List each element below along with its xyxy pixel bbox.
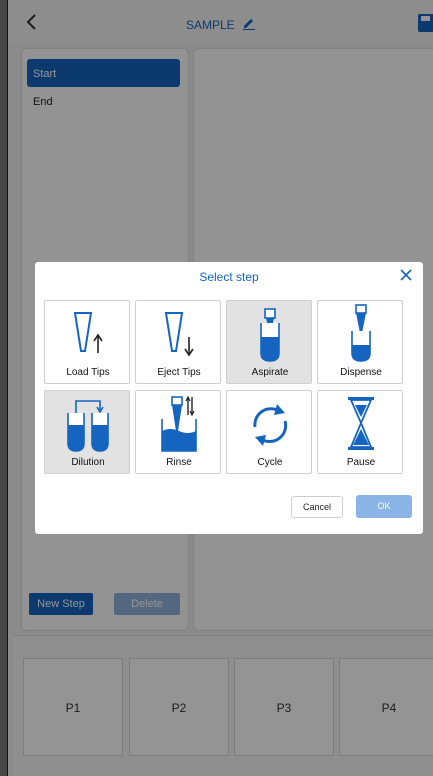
tile-aspirate[interactable]: Aspirate [226, 300, 312, 384]
aspirate-icon [260, 308, 280, 362]
tile-label: Rinse [166, 457, 192, 468]
tile-pause[interactable]: Pause [317, 390, 403, 474]
tile-label: Cycle [257, 457, 283, 468]
eject-tips-icon [164, 312, 194, 357]
tile-rinse[interactable]: Rinse [135, 390, 221, 474]
tile-cycle[interactable]: Cycle [226, 390, 312, 474]
dispense-icon [351, 304, 371, 362]
cycle-icon [253, 404, 288, 446]
tile-eject-tips[interactable]: Eject Tips [135, 300, 221, 384]
select-step-dialog: Select step Load Tips Eject Tips Aspirat… [35, 262, 423, 534]
load-tips-icon [73, 312, 103, 353]
cancel-button[interactable]: Cancel [291, 496, 343, 518]
close-icon[interactable] [399, 268, 413, 282]
tile-load-tips[interactable]: Load Tips [44, 300, 130, 384]
tile-label: Eject Tips [157, 367, 201, 378]
tile-label: Aspirate [251, 367, 289, 378]
tile-label: Dispense [340, 367, 382, 378]
dialog-title: Select step [199, 270, 259, 284]
pause-icon [348, 397, 374, 450]
dilution-icon [67, 400, 109, 452]
tile-label: Pause [346, 457, 376, 468]
tile-label: Dilution [71, 457, 105, 468]
ok-button[interactable]: OK [356, 495, 412, 518]
tile-dilution[interactable]: Dilution [44, 390, 130, 474]
tile-label: Load Tips [66, 367, 110, 378]
rinse-icon [161, 395, 197, 452]
tile-dispense[interactable]: Dispense [317, 300, 403, 384]
